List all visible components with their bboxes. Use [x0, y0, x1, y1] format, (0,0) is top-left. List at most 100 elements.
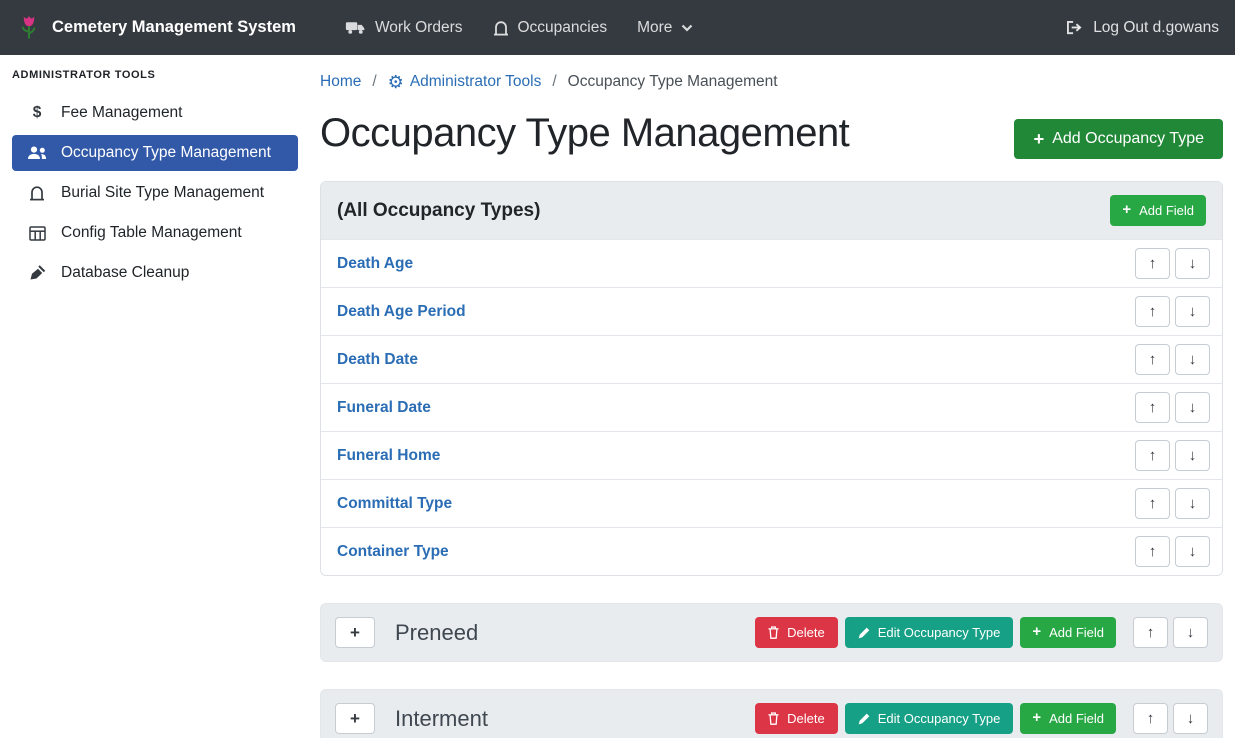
- monument-icon: [26, 185, 48, 201]
- occupancy-type-section-interment: + Interment Delete: [320, 689, 1223, 738]
- plus-icon: +: [1033, 130, 1044, 148]
- add-field-button[interactable]: + Add Field: [1020, 617, 1116, 648]
- edit-occupancy-type-button[interactable]: Edit Occupancy Type: [845, 703, 1014, 734]
- field-link-death-date[interactable]: Death Date: [337, 351, 418, 369]
- move-up-button[interactable]: ↑: [1135, 296, 1170, 327]
- pencil-icon: [858, 627, 870, 639]
- add-occupancy-type-button[interactable]: + Add Occupancy Type: [1014, 119, 1223, 159]
- sidebar-item-database-cleanup[interactable]: Database Cleanup: [12, 255, 298, 291]
- breadcrumb: Home / ⚙ Administrator Tools / Occupancy…: [320, 73, 1223, 91]
- field-link-funeral-home[interactable]: Funeral Home: [337, 447, 440, 465]
- sidebar-item-config-table-management[interactable]: Config Table Management: [12, 215, 298, 251]
- sidebar-item-occupancy-type-management[interactable]: Occupancy Type Management: [12, 135, 298, 171]
- plus-icon: +: [1032, 711, 1041, 726]
- field-link-funeral-date[interactable]: Funeral Date: [337, 399, 431, 417]
- nav-more-label: More: [637, 19, 672, 37]
- field-link-death-age-period[interactable]: Death Age Period: [337, 303, 466, 321]
- breadcrumb-admin-tools-link[interactable]: ⚙ Administrator Tools: [388, 73, 542, 91]
- move-down-button[interactable]: ↓: [1173, 703, 1208, 734]
- breadcrumb-separator: /: [372, 73, 376, 91]
- move-down-button[interactable]: ↓: [1175, 344, 1210, 375]
- sidebar-item-label: Occupancy Type Management: [61, 144, 271, 162]
- all-occupancy-types-header: (All Occupancy Types) + Add Field: [321, 182, 1222, 239]
- field-row: Funeral Home ↑ ↓: [321, 431, 1222, 479]
- edit-occupancy-type-label: Edit Occupancy Type: [878, 625, 1001, 640]
- add-field-button[interactable]: + Add Field: [1020, 703, 1116, 734]
- trash-icon: [768, 712, 779, 725]
- expand-section-button[interactable]: +: [335, 617, 375, 648]
- field-row: Committal Type ↑ ↓: [321, 479, 1222, 527]
- broom-icon: [26, 265, 48, 281]
- add-occupancy-type-label: Add Occupancy Type: [1052, 130, 1204, 148]
- field-link-container-type[interactable]: Container Type: [337, 543, 449, 561]
- sidebar-item-label: Fee Management: [61, 104, 183, 122]
- move-up-button[interactable]: ↑: [1135, 392, 1170, 423]
- move-down-button[interactable]: ↓: [1175, 248, 1210, 279]
- logout-icon: [1065, 20, 1084, 35]
- move-up-button[interactable]: ↑: [1133, 703, 1168, 734]
- users-icon: [26, 146, 48, 160]
- all-occupancy-types-card: (All Occupancy Types) + Add Field Death …: [320, 181, 1223, 576]
- move-up-button[interactable]: ↑: [1135, 536, 1170, 567]
- section-title: Interment: [395, 706, 755, 732]
- breadcrumb-separator: /: [552, 73, 556, 91]
- trash-icon: [768, 626, 779, 639]
- add-field-button[interactable]: + Add Field: [1110, 195, 1206, 226]
- sidebar-item-fee-management[interactable]: $ Fee Management: [12, 95, 298, 131]
- all-occupancy-types-title: (All Occupancy Types): [337, 200, 540, 222]
- field-row: Death Age Period ↑ ↓: [321, 287, 1222, 335]
- sidebar-item-burial-site-type-management[interactable]: Burial Site Type Management: [12, 175, 298, 211]
- page-title: Occupancy Type Management: [320, 111, 849, 156]
- breadcrumb-admin-tools-label: Administrator Tools: [410, 73, 542, 91]
- gear-icon: ⚙: [388, 73, 404, 91]
- move-up-button[interactable]: ↑: [1135, 440, 1170, 471]
- work-orders-icon: [345, 20, 366, 35]
- logout-button[interactable]: Log Out d.gowans: [1065, 19, 1219, 37]
- add-field-label: Add Field: [1049, 711, 1104, 726]
- sidebar-heading: ADMINISTRATOR TOOLS: [12, 69, 298, 95]
- add-field-label: Add Field: [1049, 625, 1104, 640]
- nav-work-orders-label: Work Orders: [375, 19, 463, 37]
- move-down-button[interactable]: ↓: [1173, 617, 1208, 648]
- add-field-label: Add Field: [1139, 203, 1194, 218]
- nav-occupancies-label: Occupancies: [518, 19, 608, 37]
- delete-button[interactable]: Delete: [755, 617, 838, 648]
- tulip-logo-icon: [16, 13, 42, 43]
- move-down-button[interactable]: ↓: [1175, 536, 1210, 567]
- nav-more[interactable]: More: [622, 0, 708, 55]
- plus-icon: +: [1122, 203, 1131, 218]
- plus-icon: +: [1032, 625, 1041, 640]
- breadcrumb-current: Occupancy Type Management: [568, 73, 778, 91]
- main-content: Home / ⚙ Administrator Tools / Occupancy…: [308, 55, 1235, 738]
- move-down-button[interactable]: ↓: [1175, 488, 1210, 519]
- delete-label: Delete: [787, 711, 825, 726]
- move-down-button[interactable]: ↓: [1175, 296, 1210, 327]
- top-navbar: Cemetery Management System Work Orders O…: [0, 0, 1235, 55]
- move-up-button[interactable]: ↑: [1135, 248, 1170, 279]
- nav-work-orders[interactable]: Work Orders: [330, 0, 478, 55]
- occupancies-icon: [493, 20, 509, 36]
- section-title: Preneed: [395, 620, 755, 646]
- brand-title: Cemetery Management System: [52, 18, 296, 37]
- edit-occupancy-type-label: Edit Occupancy Type: [878, 711, 1001, 726]
- move-down-button[interactable]: ↓: [1175, 440, 1210, 471]
- breadcrumb-home-link[interactable]: Home: [320, 73, 361, 91]
- move-up-button[interactable]: ↑: [1135, 488, 1170, 519]
- field-row: Death Date ↑ ↓: [321, 335, 1222, 383]
- move-up-button[interactable]: ↑: [1133, 617, 1168, 648]
- dollar-icon: $: [26, 104, 48, 122]
- field-link-death-age[interactable]: Death Age: [337, 255, 413, 273]
- move-down-button[interactable]: ↓: [1175, 392, 1210, 423]
- move-up-button[interactable]: ↑: [1135, 344, 1170, 375]
- expand-section-button[interactable]: +: [335, 703, 375, 734]
- occupancy-type-section-preneed: + Preneed Delete: [320, 603, 1223, 662]
- nav-occupancies[interactable]: Occupancies: [478, 0, 623, 55]
- admin-sidebar: ADMINISTRATOR TOOLS $ Fee Management Occ…: [0, 55, 308, 738]
- sidebar-item-label: Burial Site Type Management: [61, 184, 264, 202]
- delete-label: Delete: [787, 625, 825, 640]
- field-link-committal-type[interactable]: Committal Type: [337, 495, 452, 513]
- field-row: Funeral Date ↑ ↓: [321, 383, 1222, 431]
- delete-button[interactable]: Delete: [755, 703, 838, 734]
- app-brand[interactable]: Cemetery Management System: [16, 13, 296, 43]
- edit-occupancy-type-button[interactable]: Edit Occupancy Type: [845, 617, 1014, 648]
